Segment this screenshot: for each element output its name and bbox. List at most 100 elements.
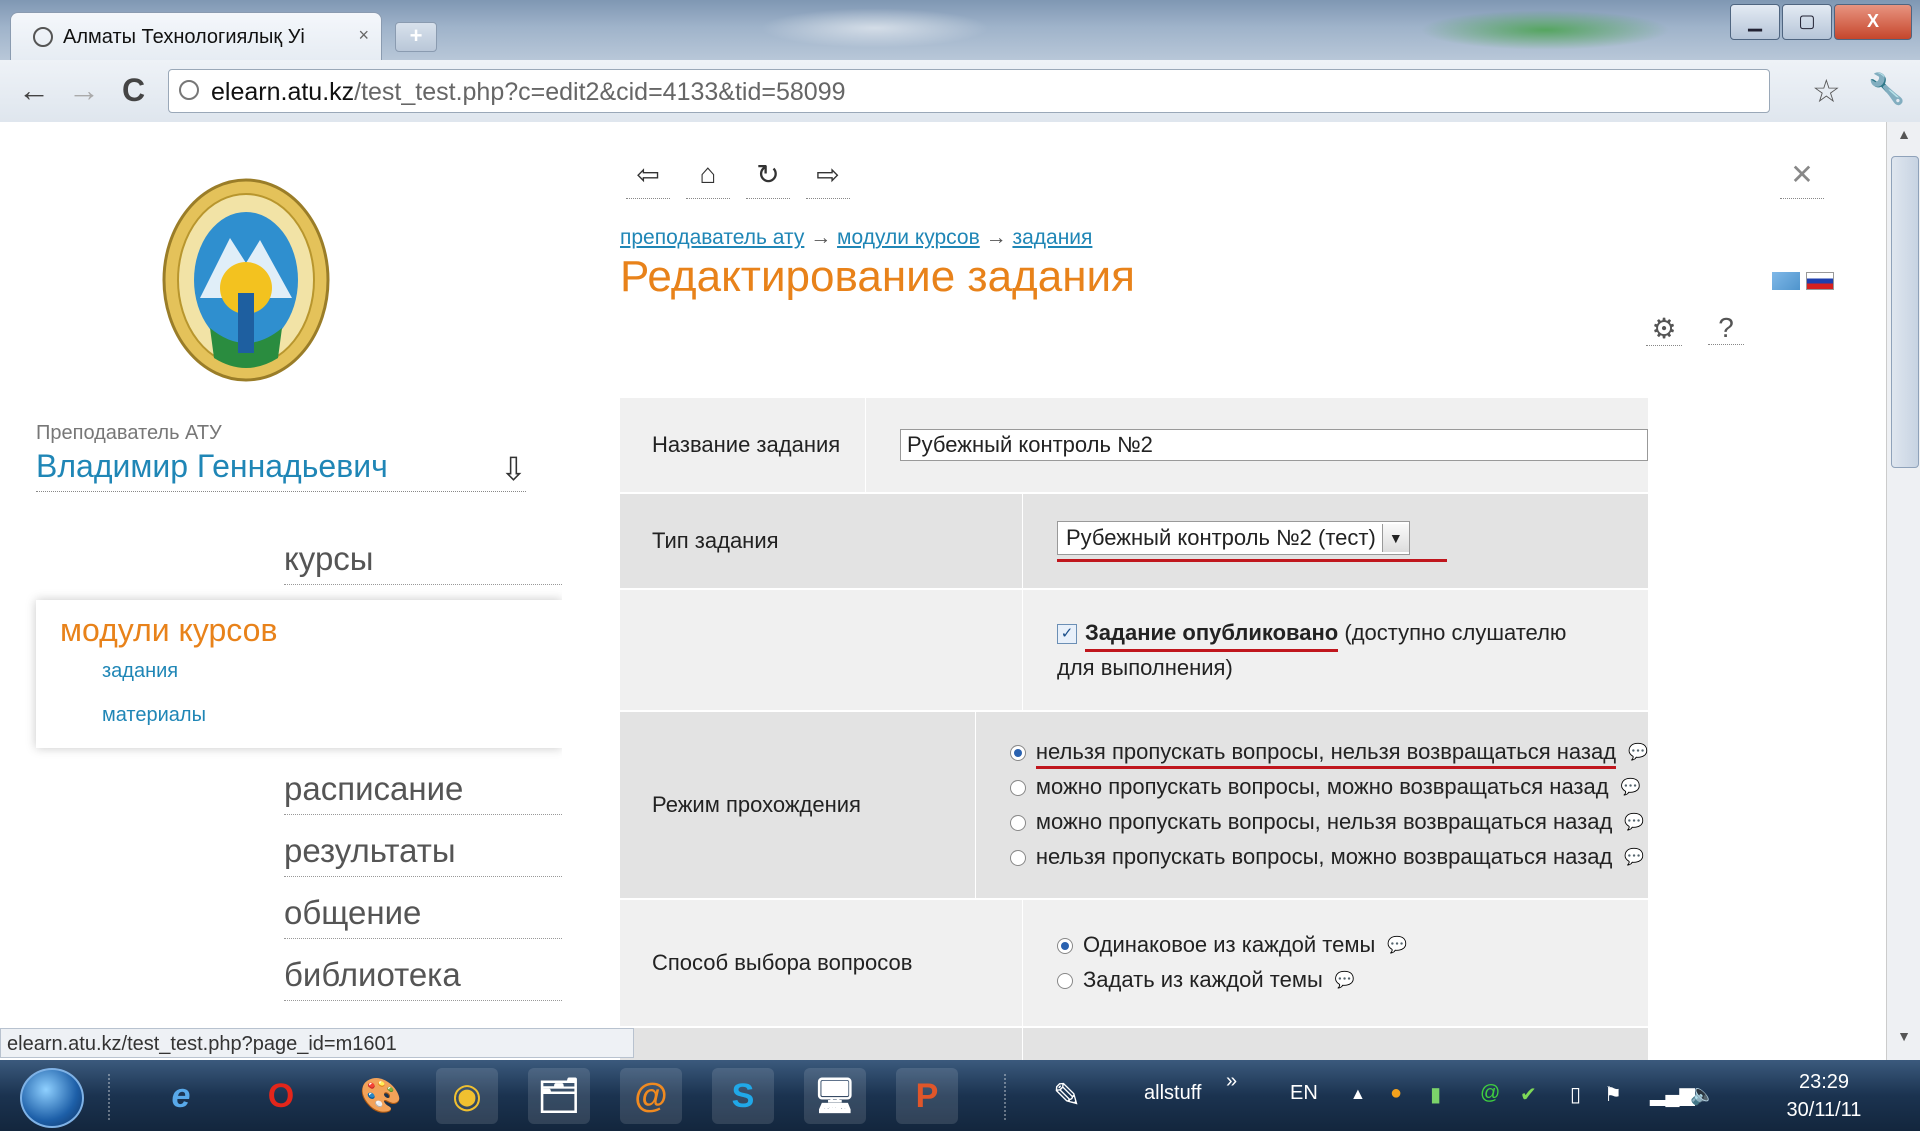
mode-radio-2[interactable] [1009, 780, 1026, 796]
scroll-down-icon[interactable]: ▼ [1891, 1028, 1917, 1054]
minimize-button[interactable]: ▁ [1730, 4, 1780, 40]
subnav-item-tasks[interactable]: задания [102, 660, 178, 683]
subnav-item-materials[interactable]: материалы [102, 704, 206, 727]
selection-radio-2[interactable] [1057, 973, 1073, 990]
reload-icon[interactable]: C [122, 74, 145, 106]
background-tab-glow [760, 8, 990, 48]
browser-tab[interactable]: Алматы Технологиялық Уі × [10, 12, 382, 61]
kazakh-flag-icon[interactable] [1772, 272, 1800, 290]
task-name-label: Название задания [652, 432, 841, 457]
tray-app-icon[interactable]: ✔ [1520, 1082, 1537, 1107]
mode-radio-1[interactable] [1009, 744, 1026, 761]
comment-icon[interactable]: 💬 [1624, 841, 1644, 875]
allstuff-toolbar[interactable]: allstuff [1144, 1082, 1201, 1105]
status-bar-url: elearn.atu.kz/test_test.php?page_id=m160… [0, 1028, 634, 1058]
down-arrow-icon[interactable]: ⇩ [500, 450, 527, 488]
selection-radio-1[interactable] [1057, 938, 1073, 954]
dropdown-arrow-icon[interactable]: ▼ [1381, 523, 1409, 552]
nav-item-library[interactable]: библиотека [284, 956, 562, 1001]
nav-item-communication[interactable]: общение [284, 894, 562, 939]
mode-option-4[interactable]: нельзя пропускать вопросы, можно возвращ… [1009, 840, 1648, 875]
comment-icon[interactable]: 💬 [1335, 964, 1355, 998]
mode-radio-4[interactable] [1009, 850, 1026, 867]
comment-icon[interactable]: 💬 [1624, 806, 1644, 840]
red-underline-annotation: Рубежный контроль №2 (тест) ▼ [1057, 520, 1447, 562]
network-signal-icon[interactable]: ▂▄▆ [1650, 1082, 1695, 1107]
tab-close-icon[interactable]: × [358, 25, 369, 46]
nav-item-course-modules[interactable]: модули курсов [60, 612, 277, 649]
teacher-role-label: Преподаватель АТУ [36, 422, 222, 444]
language-indicator[interactable]: EN [1290, 1082, 1318, 1105]
selection-option-2[interactable]: Задать из каждой темы 💬 [1057, 963, 1648, 998]
mail-agent-icon[interactable]: @ [620, 1068, 682, 1124]
powerpoint-icon[interactable]: P [896, 1068, 958, 1124]
mode-option-3[interactable]: можно пропускать вопросы, нельзя возвращ… [1009, 805, 1648, 840]
university-emblem-logo [162, 178, 330, 382]
bookmark-star-icon[interactable]: ☆ [1812, 72, 1841, 110]
form-row-type: Тип задания Рубежный контроль №2 (тест) … [620, 492, 1648, 588]
breadcrumb-course-modules[interactable]: модули курсов [837, 226, 980, 249]
nav-item-results[interactable]: результаты [284, 832, 562, 877]
remote-desktop-icon[interactable]: 🖥 [804, 1068, 866, 1124]
action-center-flag-icon[interactable]: ⚑ [1604, 1082, 1622, 1107]
mode-option-4-label: нельзя пропускать вопросы, можно возвращ… [1035, 844, 1613, 870]
task-name-input[interactable]: Рубежный контроль №2 [900, 429, 1648, 461]
start-button[interactable] [20, 1068, 84, 1128]
nav-item-courses[interactable]: курсы [284, 540, 562, 585]
browser-toolbar: ← → C elearn.atu.kz/test_test.php?c=edit… [0, 60, 1920, 123]
forward-icon[interactable]: ⇨ [806, 158, 850, 199]
tray-app-icon[interactable]: ▮ [1430, 1082, 1441, 1107]
system-clock[interactable]: 23:29 30/11/11 [1764, 1068, 1884, 1124]
file-explorer-icon[interactable]: 🗂 [528, 1068, 590, 1124]
active-section-panel: модули курсов задания материалы [36, 600, 562, 748]
comment-icon[interactable]: 💬 [1387, 929, 1407, 963]
settings-gear-icon[interactable]: ⚙ [1646, 312, 1682, 346]
close-icon[interactable]: ✕ [1780, 158, 1824, 199]
back-arrow-icon[interactable]: ← [18, 74, 50, 106]
back-icon[interactable]: ⇦ [626, 158, 670, 199]
selection-option-1[interactable]: Одинаковое из каждой темы 💬 [1057, 928, 1648, 963]
form-row-selection: Способ выбора вопросов Одинаковое из каж… [620, 898, 1648, 1026]
teacher-name-link[interactable]: Владимир Геннадьевич [36, 448, 526, 492]
paint-icon[interactable]: 🎨 [350, 1068, 412, 1124]
maximize-button[interactable]: ▢ [1782, 4, 1832, 40]
signature-icon[interactable]: ✎ [1036, 1068, 1098, 1124]
mode-option-2[interactable]: можно пропускать вопросы, можно возвраща… [1009, 770, 1648, 805]
nav-item-schedule[interactable]: расписание [284, 770, 562, 815]
mode-option-1[interactable]: нельзя пропускать вопросы, нельзя возвра… [1009, 735, 1648, 770]
comment-icon[interactable]: 💬 [1621, 771, 1641, 805]
task-type-select[interactable]: Рубежный контроль №2 (тест) ▼ [1057, 520, 1410, 555]
breadcrumb-tasks[interactable]: задания [1012, 226, 1092, 249]
tray-app-icon[interactable]: @ [1480, 1082, 1500, 1105]
wrench-icon[interactable]: 🔧 [1868, 72, 1905, 107]
help-icon[interactable]: ? [1708, 312, 1744, 345]
window-titlebar: Алматы Технологиялық Уі × + ▁ ▢ X [0, 0, 1920, 61]
scroll-thumb[interactable] [1891, 156, 1919, 468]
url-path: /test_test.php?c=edit2&cid=4133&tid=5809… [354, 78, 846, 106]
show-hidden-icons-icon[interactable]: ▲ [1350, 1086, 1366, 1104]
tray-app-icon[interactable]: ● [1390, 1082, 1402, 1105]
sync-icon[interactable]: ↻ [746, 158, 790, 199]
scroll-up-icon[interactable]: ▲ [1891, 126, 1917, 152]
russian-flag-icon[interactable] [1806, 272, 1834, 290]
skype-icon[interactable]: S [712, 1068, 774, 1124]
breadcrumb-teacher[interactable]: преподаватель ату [620, 226, 804, 249]
home-icon[interactable]: ⌂ [686, 158, 730, 199]
chrome-icon[interactable]: ◉ [436, 1068, 498, 1124]
close-window-button[interactable]: X [1834, 4, 1912, 40]
vertical-scrollbar[interactable]: ▲ ▼ [1886, 122, 1920, 1060]
mode-option-1-label: нельзя пропускать вопросы, нельзя возвра… [1035, 738, 1617, 769]
toolbar-chevron-icon[interactable]: » [1226, 1070, 1237, 1093]
new-tab-button[interactable]: + [395, 22, 437, 52]
internet-explorer-icon[interactable]: e [150, 1068, 212, 1124]
mode-radio-3[interactable] [1009, 815, 1026, 832]
battery-icon[interactable]: ▯ [1570, 1082, 1581, 1107]
volume-icon[interactable]: 🔈 [1690, 1082, 1715, 1107]
comment-icon[interactable]: 💬 [1628, 736, 1648, 770]
selection-method-label: Способ выбора вопросов [652, 950, 913, 975]
url-host: elearn.atu.kz [211, 78, 355, 106]
forward-arrow-icon[interactable]: → [68, 74, 100, 106]
opera-icon[interactable]: O [250, 1068, 312, 1124]
address-bar[interactable]: elearn.atu.kz/test_test.php?c=edit2&cid=… [168, 69, 1770, 113]
published-checkbox[interactable]: ✓ [1057, 623, 1077, 644]
